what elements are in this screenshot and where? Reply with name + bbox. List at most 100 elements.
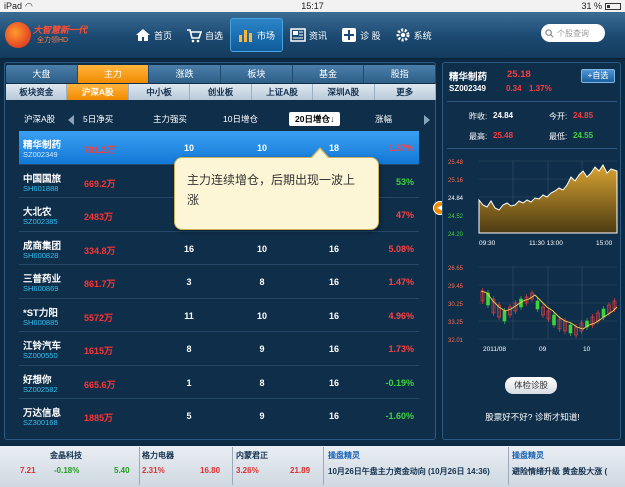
col-market: 沪深A股 (24, 114, 56, 124)
subcategory-tabs: 板块资金 沪深A股 中小板 创业板 上证A股 深圳A股 更多 (6, 84, 436, 100)
change-pct: -1.60% (385, 411, 414, 421)
quote-stats: 昨收: 24.84 今开: 24.85 最高: 25.48 最低: 24.55 (447, 101, 617, 149)
home-icon (136, 29, 150, 41)
intraday-chart[interactable]: 25.48 25.16 24.84 24.52 24.20 09:30 11:3… (447, 155, 619, 251)
stock-name: 成商集团 (23, 240, 62, 252)
nav-watchlist[interactable]: 自选 (179, 18, 230, 52)
increase-20d: 16 (328, 243, 339, 254)
news-item-0[interactable]: 10月26日午盘主力资金动向 (10月26日 14:36) (328, 466, 490, 477)
tab-funds[interactable]: 基金 (293, 65, 365, 83)
change-pct: 1.37% (388, 143, 414, 153)
stock-search-input[interactable]: 个股查询 (541, 24, 605, 42)
strong-buy: 11 (184, 310, 194, 321)
category-tabs: 大盘 主力 涨跌 板块 基金 股指 (6, 65, 437, 83)
low-label: 最低: (549, 132, 568, 141)
kline-x-2: 10 (583, 346, 591, 353)
tip-callout: 主力连续增仓，后期出现一波上涨 (174, 147, 379, 230)
subtab-sme[interactable]: 中小板 (129, 84, 191, 100)
net-buy: 781.2万 (84, 145, 116, 155)
table-row[interactable]: 成商集团 SH600828 334.8万 16 10 16 5.08% (19, 232, 419, 265)
tab-main-force[interactable]: 主力 (77, 65, 150, 83)
col-change-pct[interactable]: 涨幅 (375, 113, 392, 125)
net-buy: 1885万 (84, 413, 114, 423)
stock-name: 三普药业 (23, 274, 62, 285)
intraday-y-2: 24.84 (448, 196, 464, 202)
diagnose-button[interactable]: 体检诊股 (505, 377, 557, 394)
nav-home-label: 首页 (154, 30, 173, 41)
table-row[interactable]: *ST力阳 SH600885 5572万 11 10 16 4.96% (19, 299, 419, 332)
subtab-more[interactable]: 更多 (375, 84, 436, 100)
strong-buy: 10 (183, 143, 194, 153)
prev-close-label: 昨收: (469, 112, 488, 121)
detail-price: 25.18 (507, 69, 531, 80)
change-pct: 4.96% (388, 310, 414, 321)
callout-pointer-fill (311, 149, 329, 159)
kline-x-0: 2011/08 (483, 346, 506, 353)
nav-news[interactable]: 资讯 (283, 18, 334, 52)
net-buy: 1615万 (84, 346, 114, 356)
kline-ma-line (480, 290, 618, 330)
stock-name: *ST力阳 (23, 307, 58, 319)
col-10day-increase[interactable]: 10日增仓 (223, 113, 258, 125)
gear-icon (396, 28, 410, 42)
intraday-x-0: 09:30 (479, 240, 496, 247)
stock-code: SH600828 (23, 250, 59, 260)
ticker-pct-1: 2.31% (142, 466, 165, 475)
strong-buy: 8 (186, 344, 192, 354)
ticker-price-1: 16.80 (200, 466, 221, 475)
tab-market-index[interactable]: 大盘 (6, 65, 78, 83)
nav-news-label: 资讯 (309, 30, 328, 41)
change-pct: -0.19% (385, 377, 414, 388)
add-to-watchlist-button[interactable]: +自选 (581, 69, 615, 83)
ticker-price-0: 5.40 (114, 466, 130, 475)
col-strong-buy[interactable]: 主力强买 (153, 113, 187, 125)
table-row[interactable]: 三普药业 SH600869 861.7万 3 8 16 1.47% (19, 265, 419, 299)
stock-detail-panel: 精华制药 25.18 SZ002349 0.34 1.37% +自选 昨收: 2… (442, 62, 621, 440)
strong-buy: 5 (186, 411, 192, 421)
scroll-left-icon[interactable] (68, 115, 74, 125)
subtab-hs-a[interactable]: 沪深A股 (67, 84, 129, 100)
strong-buy: 1 (186, 377, 192, 388)
table-row[interactable]: 好想你 SZ002582 665.6万 1 8 16 -0.19% (19, 366, 419, 399)
net-buy: 861.7万 (84, 279, 116, 289)
subtab-sh-a[interactable]: 上证A股 (252, 84, 314, 100)
tab-sectors[interactable]: 板块 (221, 65, 293, 83)
nav-diagnose[interactable]: 诊 股 (334, 18, 388, 52)
nav-home[interactable]: 首页 (128, 18, 179, 52)
increase-10d: 10 (256, 143, 267, 153)
col-5day-netbuy[interactable]: 5日净买 (83, 113, 113, 125)
ticker-divider (323, 447, 324, 485)
strong-buy: 3 (186, 277, 192, 287)
kline-chart[interactable]: 26.65 29.45 30.25 33.25 32.01 2011/08 09… (447, 261, 619, 353)
table-row[interactable]: 万达信息 SZ300168 1885万 5 9 16 -1.60% (19, 399, 419, 433)
open-value: 24.85 (573, 111, 594, 120)
stock-name: 好想你 (23, 374, 52, 386)
subtab-sector-funds[interactable]: 板块资金 (6, 84, 68, 100)
subtab-chinext[interactable]: 创业板 (190, 84, 252, 100)
cart-icon (187, 29, 203, 43)
logo-mark-icon (5, 22, 31, 48)
tab-gainers[interactable]: 涨跌 (149, 65, 222, 83)
ticker-name-0: 金晶科技 (50, 451, 82, 460)
increase-20d: 16 (328, 344, 339, 354)
plus-icon (342, 28, 357, 42)
prev-close-value: 24.84 (493, 111, 514, 120)
nav-market[interactable]: 市场 (230, 18, 284, 52)
news-item-1[interactable]: 避险情绪升级 黄金股大涨 ( (512, 466, 607, 477)
open-label: 今开: (549, 112, 568, 121)
nav-system[interactable]: 系统 (388, 18, 439, 52)
bar-chart-icon (239, 30, 253, 42)
tab-index-futures[interactable]: 股指 (364, 65, 437, 83)
ticker-pct-2: 3.26% (236, 466, 259, 475)
clock: 15:17 (301, 1, 324, 11)
kline-candles (480, 288, 617, 338)
low-value: 24.55 (573, 131, 594, 140)
subtab-sz-a[interactable]: 深圳A股 (313, 84, 375, 100)
news-head-0: 操盘精灵 (328, 451, 360, 460)
search-placeholder: 个股查询 (557, 28, 589, 38)
table-row[interactable]: 江铃汽车 SZ000550 1615万 8 9 16 1.73% (19, 332, 419, 366)
increase-20d: 16 (328, 277, 339, 287)
stock-name: 中国国旅 (23, 173, 62, 185)
col-20day-increase[interactable]: 20日增仓↓ (289, 112, 341, 126)
scroll-right-icon[interactable] (424, 115, 430, 125)
